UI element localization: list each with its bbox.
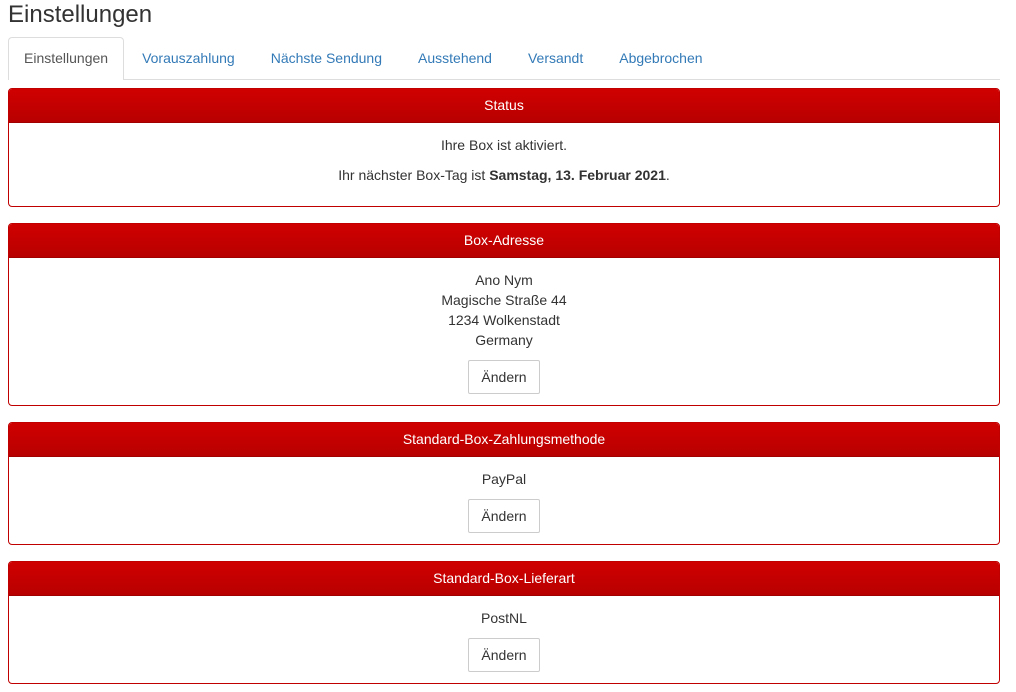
change-payment-button[interactable]: Ändern: [468, 499, 540, 533]
tab-vorauszahlung[interactable]: Vorauszahlung: [124, 37, 253, 79]
address-panel-body: Ano Nym Magische Straße 44 1234 Wolkenst…: [9, 258, 999, 405]
tab-versandt[interactable]: Versandt: [510, 37, 601, 79]
next-box-day-prefix: Ihr nächster Box-Tag ist: [338, 167, 490, 183]
address-panel: Box-Adresse Ano Nym Magische Straße 44 1…: [8, 223, 1000, 406]
payment-panel: Standard-Box-Zahlungsmethode PayPal Ände…: [8, 422, 1000, 545]
status-panel: Status Ihre Box ist aktiviert. Ihr nächs…: [8, 88, 1000, 207]
status-panel-body: Ihre Box ist aktiviert. Ihr nächster Box…: [9, 123, 999, 198]
address-city: 1234 Wolkenstadt: [448, 312, 560, 328]
page-title: Einstellungen: [8, 1, 153, 28]
delivery-panel: Standard-Box-Lieferart PostNL Ändern: [8, 561, 1000, 684]
payment-method: PayPal: [481, 471, 527, 487]
address-name: Ano Nym: [475, 272, 533, 288]
delivery-panel-body: PostNL Ändern: [9, 596, 999, 683]
address-panel-heading: Box-Adresse: [9, 224, 999, 258]
change-delivery-button[interactable]: Ändern: [468, 638, 540, 672]
address-country: Germany: [475, 332, 533, 348]
next-box-day-date: Samstag, 13. Februar 2021: [489, 167, 666, 183]
change-address-button[interactable]: Ändern: [468, 360, 540, 394]
delivery-panel-heading: Standard-Box-Lieferart: [9, 562, 999, 596]
tab-naechste-sendung[interactable]: Nächste Sendung: [253, 37, 400, 79]
payment-panel-heading: Standard-Box-Zahlungsmethode: [9, 423, 999, 457]
delivery-method: PostNL: [481, 610, 527, 626]
tab-ausstehend[interactable]: Ausstehend: [400, 37, 510, 79]
tab-einstellungen[interactable]: Einstellungen: [8, 37, 125, 80]
next-box-day-text: Ihr nächster Box-Tag ist Samstag, 13. Fe…: [24, 165, 984, 185]
payment-panel-body: PayPal Ändern: [9, 457, 999, 544]
tab-abgebrochen[interactable]: Abgebrochen: [601, 37, 720, 79]
tab-bar: Einstellungen Vorauszahlung Nächste Send…: [8, 37, 1000, 80]
next-box-day-suffix: .: [665, 167, 670, 183]
address-street: Magische Straße 44: [441, 292, 567, 308]
status-panel-heading: Status: [9, 89, 999, 123]
status-activated-text: Ihre Box ist aktiviert.: [440, 137, 568, 153]
